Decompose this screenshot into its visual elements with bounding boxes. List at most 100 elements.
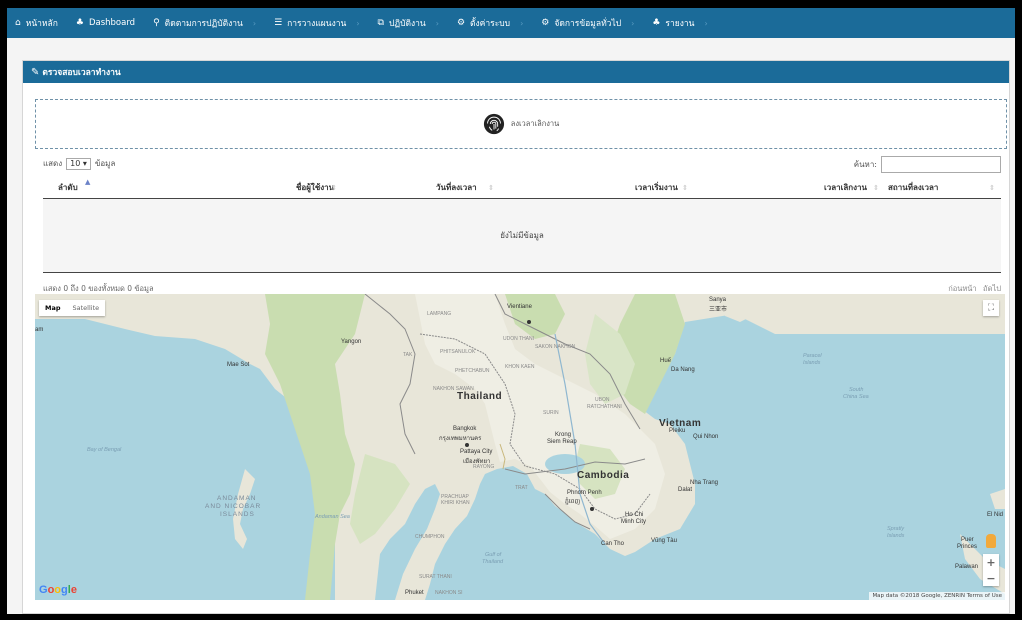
bangkok-marker (465, 443, 469, 447)
map-type-satellite-button[interactable]: Satellite (67, 300, 106, 316)
nav-item-5[interactable]: ⚙ ตั้งค่าระบบ › (457, 16, 523, 30)
nav-icon: ♣ (75, 18, 84, 28)
column-header-label: เวลาเริ่มงาน (635, 183, 678, 192)
length-suffix: ข้อมูล (94, 159, 116, 168)
map-label-vientiane: Vientiane (507, 304, 532, 310)
zoom-out-button[interactable]: − (983, 570, 999, 586)
map-label-el-nido: El Nid (987, 512, 1004, 518)
map-label-can-tho: Can Tho (601, 541, 624, 547)
google-logo: Google (39, 584, 77, 596)
phnom-penh-marker (590, 507, 594, 511)
nav-label: จัดการข้อมูลทั่วไป (554, 19, 622, 29)
top-navbar: ⌂ หน้าหลัก ♣ Dashboard ⚲ ติดตามการปฏิบัติงาน ›… (7, 8, 1015, 38)
zoom-control: + − (983, 554, 999, 586)
zoom-in-button[interactable]: + (983, 554, 999, 570)
map-label-gulf-of-thailand: Gulf of (485, 552, 502, 558)
nav-label: การวางแผนงาน (287, 19, 347, 29)
map-label-ratchathani: RATCHATHANI (587, 404, 622, 410)
search-label: ค้นหา: (853, 160, 877, 169)
map-label-bangkok-th: กรุงเทพมหานคร (439, 436, 482, 442)
map-label-andaman-islands: ANDAMAN (217, 495, 257, 502)
nav-item-7[interactable]: ♣ รายงาน › (652, 16, 707, 30)
chevron-right-icon: › (631, 18, 635, 28)
map-label-andaman-sea: Andaman Sea (315, 514, 350, 520)
map-label-rayong: RAYONG (473, 464, 495, 470)
map-label-khiri-khan: KHIRI KHAN (441, 500, 470, 506)
nav-icon: ⌂ (15, 18, 21, 28)
sort-icon: ⇕ (989, 183, 995, 192)
map-label-sanya-cn: 三亚市 (709, 307, 728, 313)
map-label-am: am (35, 327, 44, 333)
map-attribution[interactable]: Map data ©2018 Google, ZENRIN Terms of U… (869, 592, 1005, 600)
column-header-5[interactable]: สถานที่ลงเวลา ⇕ (885, 177, 1001, 198)
map-label-south-china-sea-2: China Sea (843, 394, 869, 400)
map-label-ho-chi-minh: Ho Chi (625, 512, 644, 518)
panel-header: ✎ ตรวจสอบเวลาทำงาน (23, 61, 1009, 83)
map-label-spratly: Spratly (887, 526, 905, 532)
nav-item-4[interactable]: ⧉ ปฏิบัติงาน › (378, 16, 439, 30)
fingerprint-icon (483, 113, 504, 135)
street-view-pegman-icon[interactable] (986, 534, 996, 548)
nav-icon: ⚙ (541, 18, 550, 28)
map-label-phetchabun: PHETCHABUN (455, 368, 490, 374)
nav-icon: ⧉ (377, 18, 384, 28)
map-label-spratly-2: Islands (887, 533, 905, 539)
map-label-andaman-islands-3: ISLANDS (220, 511, 255, 518)
sort-asc-icon: ▲ (85, 178, 91, 186)
column-header-4[interactable]: เวลาเลิกงาน ⇕ (694, 177, 885, 198)
clock-out-button[interactable]: ลงเวลาเลิกงาน (35, 99, 1007, 149)
column-header-1[interactable]: ชื่อผู้ใช้งาน ⇕ (179, 177, 343, 198)
page-length-value: 10 (70, 158, 81, 168)
map-label-bay-of-bengal: Bay of Bengal (87, 447, 122, 453)
map-label-cambodia: Cambodia (577, 470, 630, 481)
map-label-paracel-2: Islands (803, 360, 821, 366)
vientiane-marker (527, 320, 531, 324)
map-label-nakhon-sawan: NAKHON SAWAN (433, 386, 474, 392)
nav-item-0[interactable]: ⌂ หน้าหลัก (15, 16, 58, 30)
map-label-chumphon: CHUMPHON (415, 534, 445, 540)
time-check-panel: ✎ ตรวจสอบเวลาทำงาน ลงเวลาเลิกงาน แสดง 10… (22, 60, 1010, 614)
map-label-krong: Krong (555, 432, 572, 438)
table-search: ค้นหา: (854, 156, 1001, 173)
map-label-hue: Huế (660, 358, 672, 364)
table-header: ลำดับ ▲ ชื่อผู้ใช้งาน ⇕ วันที่ลงเวลา ⇕ เวลาเริ… (43, 177, 1001, 199)
empty-message: ยังไม่มีข้อมูล (500, 231, 544, 240)
google-map[interactable]: Thailand Vietnam Cambodia Vientiane Bang… (35, 294, 1005, 600)
column-header-3[interactable]: เวลาเริ่มงาน ⇕ (500, 177, 694, 198)
pager-prev-button[interactable]: ก่อนหน้า (948, 284, 976, 293)
nav-item-2[interactable]: ⚲ ติดตามการปฏิบัติงาน › (153, 16, 256, 30)
nav-item-3[interactable]: ☰ การวางแผนงาน › (274, 16, 359, 30)
map-type-control: Map Satellite (39, 300, 106, 316)
map-label-tak: TAK (403, 352, 413, 358)
nav-label: หน้าหลัก (25, 19, 58, 29)
map-label-phnom-penh: Phnom Penh (567, 490, 602, 496)
map-label-ho-chi-minh-2: Minh City (621, 519, 647, 525)
chevron-right-icon: › (520, 18, 524, 28)
map-label-da-nang: Da Nang (671, 367, 695, 373)
pager-next-button[interactable]: ถัดไป (983, 284, 1001, 293)
map-label-gulf-of-thailand-2: Thailand (482, 559, 504, 565)
search-input[interactable] (881, 156, 1001, 173)
map-label-lampang: LAMPANG (427, 311, 452, 317)
page-length-select[interactable]: 10 ▾ (66, 157, 91, 170)
map-label-puerto-princesa: Puer (961, 537, 974, 543)
column-header-0[interactable]: ลำดับ ▲ (43, 177, 179, 198)
map-label-andaman-islands-2: AND NICOBAR (205, 503, 262, 510)
pencil-icon: ✎ (31, 66, 40, 78)
map-label-khon-kaen: KHON KAEN (505, 364, 535, 370)
fullscreen-button[interactable]: ⛶ (983, 300, 999, 316)
clock-out-label: ลงเวลาเลิกงาน (510, 119, 560, 128)
nav-label: รายงาน (665, 19, 695, 29)
map-label-qui-nhon: Qui Nhon (693, 434, 719, 440)
app-window: ⌂ หน้าหลัก ♣ Dashboard ⚲ ติดตามการปฏิบัติงาน ›… (7, 8, 1015, 614)
column-header-2[interactable]: วันที่ลงเวลา ⇕ (343, 177, 500, 198)
map-label-sakon-nakhon: SAKON NAKHON (535, 344, 576, 350)
nav-item-6[interactable]: ⚙ จัดการข้อมูลทั่วไป › (541, 16, 634, 30)
map-label-surat-thani: SURAT THANI (419, 574, 452, 580)
map-type-map-button[interactable]: Map (39, 300, 67, 316)
map-label-surin: SURIN (543, 410, 559, 416)
map-label-phuket: Phuket (405, 590, 424, 596)
nav-item-1[interactable]: ♣ Dashboard (76, 18, 135, 28)
map-label-puerto-princesa-2: Princes (957, 544, 978, 550)
map-label-phitsanulok: PHITSANULOK (440, 349, 476, 355)
